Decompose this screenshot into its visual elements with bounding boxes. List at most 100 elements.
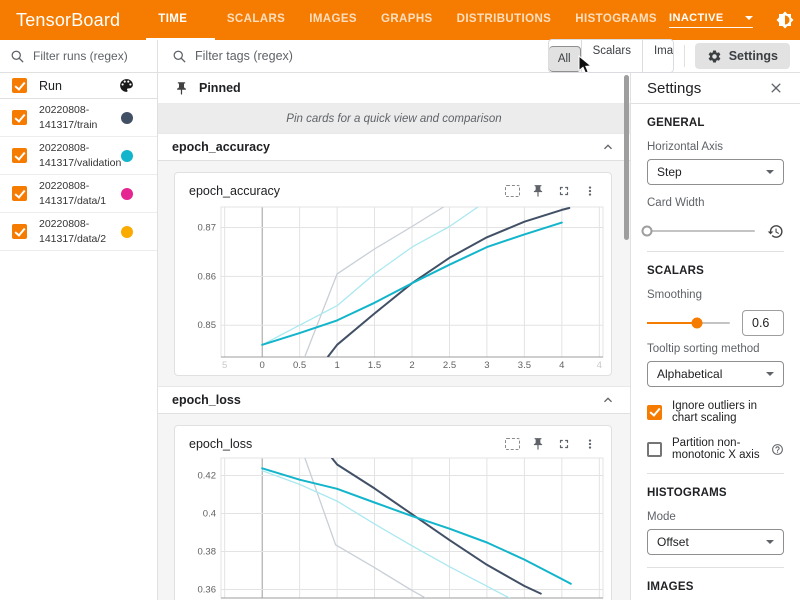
section-header-epoch-loss[interactable]: epoch_loss [158,386,630,414]
partition-x-axis-row[interactable]: Partition non-monotonic X axis [647,437,784,461]
horizontal-axis-label: Horizontal Axis [647,141,784,153]
epoch-loss-card: epoch_loss 0.360.380.40.4200.511.522.533… [174,425,612,600]
pinned-empty-message: Pin cards for a quick view and compariso… [158,104,630,133]
tab-scalars[interactable]: SCALARS [215,0,297,40]
tab-graphs[interactable]: GRAPHS [369,0,445,40]
histogram-mode-label: Mode [647,511,784,523]
main-nav: TIME SERIES SCALARS IMAGES GRAPHS DISTRI… [146,0,669,40]
smoothing-slider[interactable] [647,322,730,324]
card-title: epoch_loss [189,437,497,451]
partition-x-axis-label: Partition non-monotonic X axis [672,437,766,461]
caret-down-icon [766,372,774,376]
svg-text:0.5: 0.5 [293,360,306,371]
filter-runs-input[interactable] [33,49,147,63]
svg-text:2.5: 2.5 [443,360,456,371]
pin-card-icon[interactable] [527,435,549,453]
run-master-checkbox[interactable] [12,78,27,93]
run-color-dot [121,188,133,200]
pin-card-icon[interactable] [527,182,549,200]
svg-text:0: 0 [260,360,265,371]
settings-panel-header: Settings [631,73,800,104]
svg-text:3.5: 3.5 [518,360,531,371]
fullscreen-icon[interactable] [553,435,575,453]
tag-filter-group: All Scalars Image Histogram [548,39,674,73]
filter-tags-input[interactable] [195,49,540,63]
run-color-dot [121,112,133,124]
run-row[interactable]: 20220808-141317/data/1 [0,175,157,213]
tags-toolbar: All Scalars Image Histogram Settings [158,40,800,73]
toolbar-divider [684,45,685,67]
run-checkbox[interactable] [12,148,27,163]
partition-x-axis-checkbox[interactable] [647,442,662,457]
run-row[interactable]: 20220808-141317/validation [0,137,157,175]
help-icon[interactable] [771,443,784,456]
app-logo: TensorBoard [0,0,146,40]
slider-thumb[interactable] [642,226,653,237]
run-name-line1: 20220808- [39,104,89,116]
scrollbar-thumb[interactable] [624,75,629,240]
run-row[interactable]: 20220808-141317/data/2 [0,213,157,251]
filter-all-button[interactable]: All [549,46,581,72]
fullscreen-icon[interactable] [553,182,575,200]
section-title: epoch_accuracy [172,140,600,154]
theme-toggle-icon[interactable] [776,11,794,29]
card-title: epoch_accuracy [189,184,497,198]
epoch-loss-chart[interactable]: 0.360.380.40.4200.511.522.533.5454 [183,456,607,600]
more-options-icon[interactable] [579,182,601,200]
section-header-epoch-accuracy[interactable]: epoch_accuracy [158,133,630,161]
svg-text:2: 2 [409,360,414,371]
section-heading: SCALARS [647,265,784,277]
settings-button[interactable]: Settings [695,43,790,69]
run-color-dot [121,150,133,162]
horizontal-axis-select[interactable]: Step [647,159,784,185]
histogram-mode-select[interactable]: Offset [647,529,784,555]
svg-text:3: 3 [484,360,489,371]
caret-down-icon [745,16,753,20]
tensorboard-app: TensorBoard TIME SERIES SCALARS IMAGES G… [0,0,800,600]
caret-down-icon [766,540,774,544]
close-icon[interactable] [768,80,784,96]
cards-panel: Pinned Pin cards for a quick view and co… [158,73,630,600]
runs-sidebar: Run 20220808- 141317/train 20220808-14131… [0,40,158,600]
fit-domain-icon[interactable] [501,435,523,453]
run-row[interactable]: 20220808- 141317/train [0,99,157,137]
epoch-accuracy-chart[interactable]: 0.850.860.8700.511.522.533.5454 [183,203,607,371]
run-checkbox[interactable] [12,224,27,239]
tooltip-sorting-select[interactable]: Alphabetical [647,361,784,387]
pinned-header: Pinned [158,73,630,104]
svg-text:4: 4 [559,360,564,371]
reset-icon[interactable] [767,223,784,240]
palette-icon[interactable] [118,77,135,94]
run-checkbox[interactable] [12,110,27,125]
run-column-label: Run [39,79,118,93]
tab-histograms[interactable]: HISTOGRAMS [563,0,669,40]
slider-thumb[interactable] [691,318,702,329]
chevron-up-icon[interactable] [600,392,616,408]
run-checkbox[interactable] [12,186,27,201]
run-list-header: Run [0,73,157,99]
settings-section-histograms: HISTOGRAMS Mode Offset [647,474,784,568]
card-width-slider[interactable] [647,230,755,232]
fit-domain-icon[interactable] [501,182,523,200]
chevron-up-icon[interactable] [600,139,616,155]
more-options-icon[interactable] [579,435,601,453]
run-name-line2: 141317/train [39,119,97,131]
status-label: INACTIVE [669,12,724,24]
filter-scalars-button[interactable]: Scalars [581,40,642,72]
gear-icon [707,49,722,64]
settings-panel-title: Settings [647,80,768,97]
smoothing-value-input[interactable] [742,310,784,336]
ignore-outliers-row[interactable]: Ignore outliers in chart scaling [647,400,784,424]
filter-image-button[interactable]: Image [642,40,674,72]
filter-runs-row [0,40,157,73]
ignore-outliers-checkbox[interactable] [647,405,662,420]
run-name-line2: 141317/data/2 [39,233,106,245]
settings-panel: Settings GENERAL Horizontal Axis Step Ca… [630,73,800,600]
tab-time-series[interactable]: TIME SERIES [146,0,215,40]
section-title: epoch_loss [172,393,600,407]
tab-distributions[interactable]: DISTRIBUTIONS [445,0,564,40]
svg-text:0.36: 0.36 [198,585,217,596]
status-dropdown[interactable]: INACTIVE [669,12,753,28]
svg-text:5: 5 [222,360,227,371]
tab-images[interactable]: IMAGES [297,0,369,40]
